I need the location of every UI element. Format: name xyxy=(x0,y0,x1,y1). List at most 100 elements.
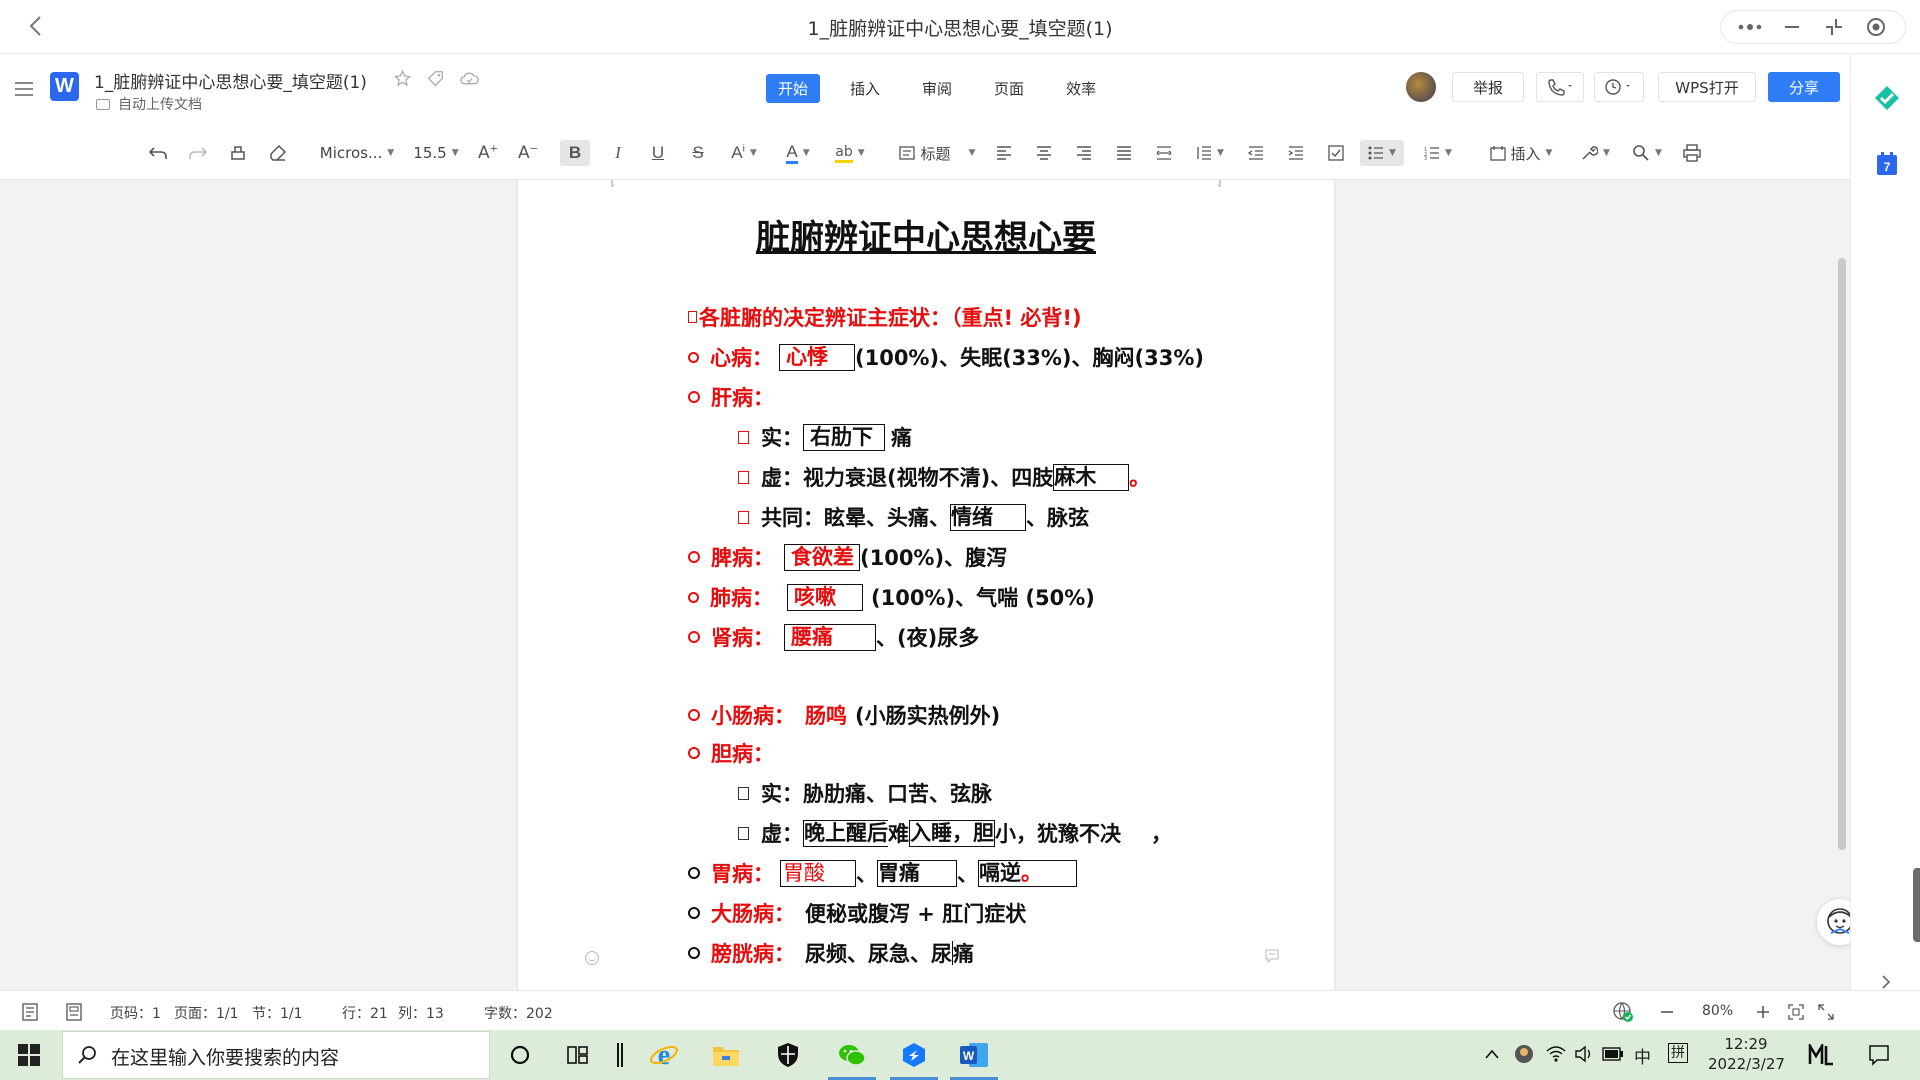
wps-open-button[interactable]: WPS打开 xyxy=(1658,72,1756,102)
cortana-icon[interactable] xyxy=(504,1039,536,1071)
volume-icon[interactable] xyxy=(1574,1045,1594,1063)
undo-icon[interactable] xyxy=(146,140,170,166)
print-icon[interactable] xyxy=(1680,140,1704,166)
font-size-select[interactable]: 15.5 ▼ xyxy=(410,140,462,166)
zoom-in-icon[interactable] xyxy=(1756,1005,1770,1019)
eraser-icon[interactable] xyxy=(266,140,290,166)
report-button[interactable]: 举报 xyxy=(1452,72,1524,102)
answer-blank[interactable]: 心悸 xyxy=(779,343,855,371)
tray-app-icon[interactable] xyxy=(1514,1044,1534,1064)
decrease-font-icon[interactable]: A− xyxy=(516,140,540,166)
page-view-icon[interactable] xyxy=(22,1003,38,1021)
minimize-icon[interactable] xyxy=(1771,11,1813,43)
share-button[interactable]: 分享 xyxy=(1768,72,1840,102)
ime-mode[interactable]: 拼 xyxy=(1668,1043,1688,1063)
bold-icon[interactable]: B xyxy=(560,140,590,166)
superscript-icon[interactable]: Ai ▼ xyxy=(726,140,762,166)
insert-menu[interactable]: 插入 ▼ xyxy=(1484,140,1558,166)
strikethrough-icon[interactable]: S xyxy=(686,140,710,166)
tools-icon[interactable]: ▼ xyxy=(1576,140,1614,166)
align-left-icon[interactable] xyxy=(992,140,1016,166)
assistant-button[interactable] xyxy=(1816,898,1850,946)
fullscreen-icon[interactable] xyxy=(1818,1004,1834,1020)
tab-insert[interactable]: 插入 xyxy=(838,74,892,103)
numbered-list-icon[interactable]: 1 2 3 ▼ xyxy=(1418,140,1458,166)
share-call-button[interactable] xyxy=(1536,72,1584,102)
justify-icon[interactable] xyxy=(1112,140,1136,166)
file-explorer-icon[interactable] xyxy=(710,1039,742,1071)
history-button[interactable] xyxy=(1594,72,1644,102)
answer-blank[interactable]: 嗝逆。 xyxy=(978,859,1077,887)
tab-page[interactable]: 页面 xyxy=(982,74,1036,103)
format-painter-icon[interactable] xyxy=(226,140,250,166)
outline-view-icon[interactable] xyxy=(66,1003,82,1021)
wifi-icon[interactable] xyxy=(1546,1045,1566,1063)
line-spacing-icon[interactable]: ▼ xyxy=(1192,140,1228,166)
notification-icon[interactable] xyxy=(1868,1044,1890,1066)
bullet-list-icon[interactable]: ▼ xyxy=(1360,140,1404,166)
hamburger-menu-icon[interactable] xyxy=(14,78,34,102)
tab-start[interactable]: 开始 xyxy=(766,74,821,103)
tag-icon[interactable] xyxy=(427,70,444,91)
italic-icon[interactable]: I xyxy=(606,140,630,166)
wechat-icon[interactable] xyxy=(828,1039,876,1080)
increase-indent-icon[interactable] xyxy=(1284,140,1308,166)
globe-check-icon[interactable] xyxy=(1612,1001,1634,1023)
redo-icon[interactable] xyxy=(186,140,210,166)
answer-blank[interactable]: 食欲差 xyxy=(784,543,860,571)
ime-language[interactable]: 中 xyxy=(1634,1043,1651,1068)
font-family-select[interactable]: Micros... ▼ xyxy=(316,140,398,166)
checkbox-list-icon[interactable] xyxy=(1324,140,1348,166)
document-page[interactable]: 脏腑辨证中心思想心要 各脏腑的决定辨证主症状：（重点! 必背!) 心病： 心悸 … xyxy=(518,180,1334,990)
answer-blank[interactable]: 晚上醒后 xyxy=(803,819,888,847)
answer-blank[interactable]: 腰痛 xyxy=(784,623,876,651)
more-options-icon[interactable] xyxy=(1729,11,1771,43)
document-name[interactable]: 1_脏腑辨证中心思想心要_填空题(1) xyxy=(94,68,367,93)
task-view-icon[interactable] xyxy=(562,1039,594,1071)
tab-efficiency[interactable]: 效率 xyxy=(1054,74,1108,103)
answer-blank[interactable]: 麻木 xyxy=(1053,463,1130,491)
find-icon[interactable]: ▼ xyxy=(1628,140,1666,166)
comment-icon[interactable] xyxy=(1264,948,1280,964)
user-avatar[interactable] xyxy=(1406,72,1436,102)
check-badge-icon[interactable] xyxy=(1873,84,1901,112)
cloud-sync-icon[interactable] xyxy=(460,70,479,91)
record-icon[interactable] xyxy=(1855,11,1897,43)
font-color-icon[interactable]: A ▼ xyxy=(778,140,818,166)
heading-style-select[interactable]: 标题 ▼ xyxy=(896,140,978,166)
smiley-icon[interactable] xyxy=(584,950,600,966)
answer-blank[interactable]: 情绪 xyxy=(950,503,1026,531)
taskbar-search-box[interactable]: 在这里输入你要搜索的内容 xyxy=(62,1031,490,1079)
dingtalk-icon[interactable] xyxy=(890,1039,938,1080)
battery-icon[interactable] xyxy=(1602,1047,1624,1061)
vertical-scrollbar[interactable] xyxy=(1838,258,1846,850)
increase-font-icon[interactable]: A+ xyxy=(476,140,500,166)
chevron-right-icon[interactable] xyxy=(1879,974,1893,990)
system-clock[interactable]: 12:29 2022/3/27 xyxy=(1708,1034,1785,1074)
chevron-up-icon[interactable] xyxy=(1484,1048,1500,1060)
highlight-icon[interactable]: ab ▼ xyxy=(830,140,870,166)
star-icon[interactable] xyxy=(393,69,412,91)
answer-blank[interactable]: 入睡，胆 xyxy=(909,819,995,847)
ie-browser-icon[interactable]: e xyxy=(648,1039,680,1071)
answer-blank[interactable]: 右肋下 xyxy=(803,423,885,451)
tab-review[interactable]: 审阅 xyxy=(910,74,964,103)
calendar-icon[interactable]: 7 xyxy=(1876,152,1898,176)
restore-icon[interactable] xyxy=(1813,11,1855,43)
answer-blank[interactable]: 咳嗽 xyxy=(787,583,863,611)
answer-blank[interactable]: 胃痛 xyxy=(877,859,957,887)
align-right-icon[interactable] xyxy=(1072,140,1096,166)
distributed-align-icon[interactable] xyxy=(1152,140,1176,166)
zoom-out-icon[interactable] xyxy=(1660,1005,1674,1019)
document-canvas[interactable]: 脏腑辨证中心思想心要 各脏腑的决定辨证主症状：（重点! 必背!) 心病： 心悸 … xyxy=(0,180,1850,990)
align-center-icon[interactable] xyxy=(1032,140,1056,166)
answer-blank[interactable]: 胃酸 xyxy=(780,859,856,887)
zoom-level[interactable]: 80% xyxy=(1702,1003,1733,1019)
windows-start-icon[interactable] xyxy=(18,1044,40,1066)
decrease-indent-icon[interactable] xyxy=(1244,140,1268,166)
word-icon[interactable]: W xyxy=(950,1039,998,1080)
tray-logo-icon[interactable] xyxy=(1808,1044,1834,1066)
sidebar-handle[interactable] xyxy=(1913,868,1920,942)
fit-page-icon[interactable] xyxy=(1788,1004,1804,1020)
underline-icon[interactable]: U xyxy=(646,140,670,166)
